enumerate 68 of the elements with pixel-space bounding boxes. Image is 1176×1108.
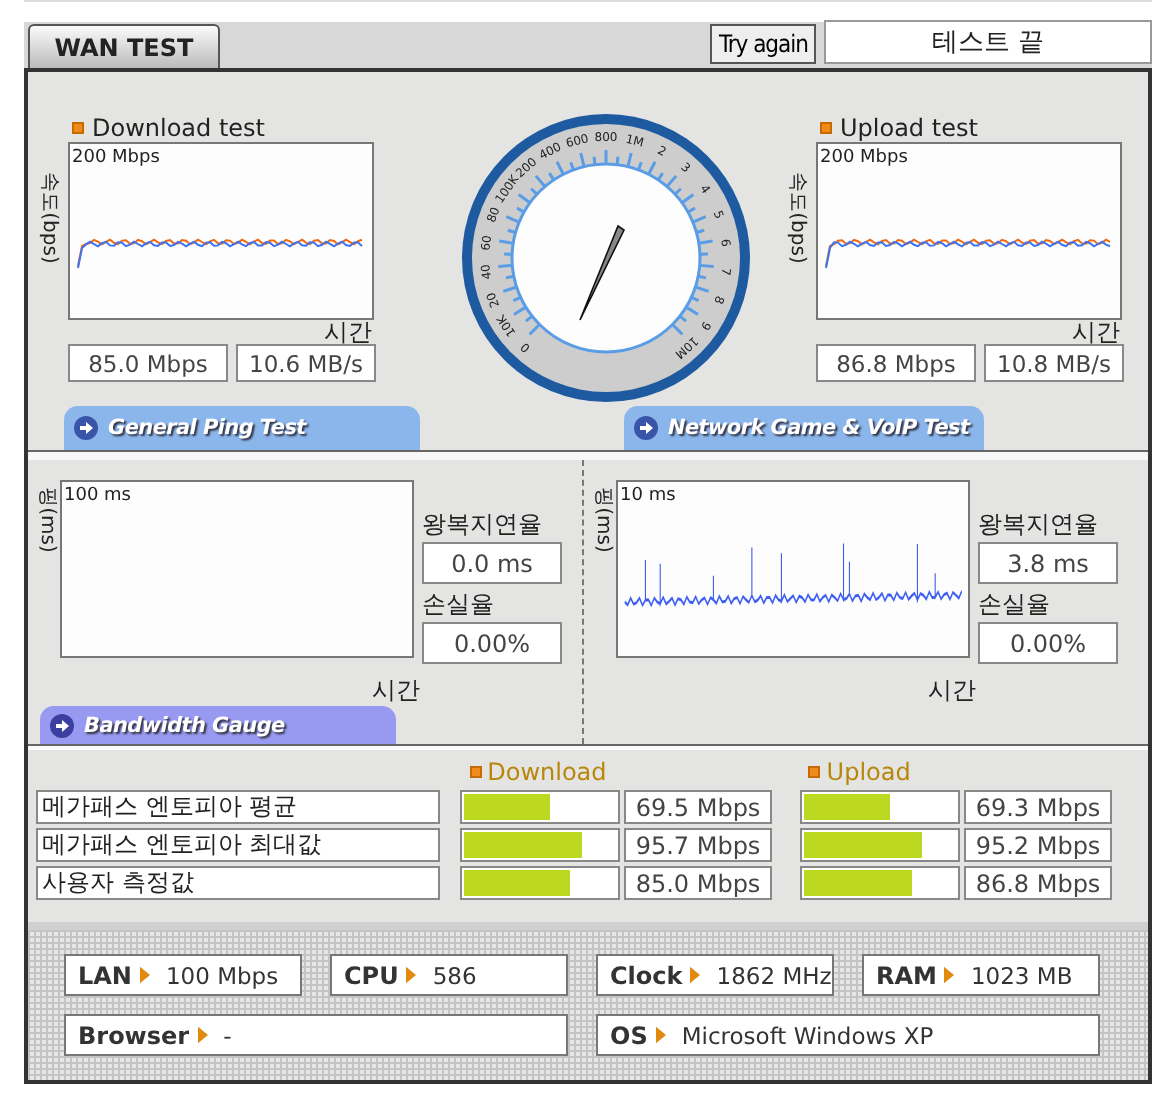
- scale-label: 100 ms: [64, 486, 131, 506]
- column-header: Download: [487, 758, 607, 786]
- info-value: 100 Mbps: [165, 961, 279, 989]
- info-label: Clock: [610, 961, 683, 989]
- info-label: RAM: [876, 961, 937, 989]
- wan-test-tab[interactable]: WAN TEST: [28, 24, 220, 68]
- mbps-field: 85.0 Mbps: [68, 344, 228, 382]
- column-header: Upload: [826, 758, 911, 786]
- axis-label: 핑(ms): [34, 487, 60, 553]
- arrow-icon: [139, 966, 150, 984]
- info-value: -: [223, 1021, 232, 1049]
- info-value: 1862 MHz: [716, 961, 832, 989]
- axis-label: 시간: [322, 316, 374, 344]
- arrow-icon: [690, 966, 701, 984]
- arrow-icon: [197, 1026, 208, 1044]
- stat-label: 왕복지연율: [422, 508, 544, 542]
- try-again-button[interactable]: Try again: [710, 24, 816, 64]
- bullet-icon: [469, 766, 482, 778]
- test-title: Upload test: [840, 114, 978, 142]
- value-cell: 95.2 Mbps: [964, 828, 1112, 862]
- arrow-icon: [655, 1026, 666, 1044]
- stat-label: 왕복지연율: [978, 508, 1100, 542]
- axis-label: 시간: [372, 674, 420, 702]
- section-header: Bandwidth Gauge: [40, 706, 396, 744]
- axis-label: 핑(ms): [590, 487, 616, 553]
- stat-label: 손실율: [422, 588, 496, 622]
- test-title: Download test: [92, 114, 266, 142]
- axis-label: 시간: [928, 674, 976, 702]
- axis-label: 속도(bps): [784, 172, 810, 264]
- scale-label: 200 Mbps: [820, 148, 908, 168]
- arrow-icon: [74, 416, 98, 440]
- axis-label: 속도(bps): [36, 172, 62, 264]
- value-cell: 95.7 Mbps: [624, 828, 772, 862]
- section-header: Network Game & VoIP Test: [624, 406, 984, 450]
- mbps-field: 86.8 Mbps: [816, 344, 976, 382]
- row-label: 사용자 측정값: [36, 866, 440, 900]
- arrow-icon: [50, 713, 74, 737]
- info-value: 1023 MB: [970, 961, 1073, 989]
- info-label: Browser: [78, 1021, 190, 1049]
- rtt-field: 0.0 ms: [422, 542, 562, 584]
- info-value: 586: [432, 961, 477, 989]
- arrow-icon: [944, 966, 955, 984]
- mbs-field: 10.6 MB/s: [236, 344, 376, 382]
- status-field: 테스트 끝: [824, 20, 1152, 64]
- row-label: 메가패스 엔토피아 평균: [36, 790, 440, 824]
- bullet-icon: [820, 122, 832, 134]
- rtt-field: 3.8 ms: [978, 542, 1118, 584]
- value-cell: 69.5 Mbps: [624, 790, 772, 824]
- scale-label: 200 Mbps: [72, 148, 160, 168]
- value-cell: 85.0 Mbps: [624, 866, 772, 900]
- bullet-icon: [72, 122, 84, 134]
- stat-label: 손실율: [978, 588, 1052, 622]
- value-cell: 69.3 Mbps: [964, 790, 1112, 824]
- loss-field: 0.00%: [978, 622, 1118, 664]
- info-label: LAN: [78, 961, 132, 989]
- info-label: OS: [610, 1021, 648, 1049]
- arrow-icon: [406, 966, 417, 984]
- value-cell: 86.8 Mbps: [964, 866, 1112, 900]
- arrow-icon: [634, 416, 658, 440]
- axis-label: 시간: [1070, 316, 1122, 344]
- section-header: General Ping Test: [64, 406, 420, 450]
- info-label: CPU: [344, 961, 399, 989]
- info-value: Microsoft Windows XP: [681, 1021, 934, 1049]
- row-label: 메가패스 엔토피아 최대값: [36, 828, 440, 862]
- loss-field: 0.00%: [422, 622, 562, 664]
- bullet-icon: [808, 766, 821, 778]
- mbs-field: 10.8 MB/s: [984, 344, 1124, 382]
- scale-label: 10 ms: [620, 486, 676, 506]
